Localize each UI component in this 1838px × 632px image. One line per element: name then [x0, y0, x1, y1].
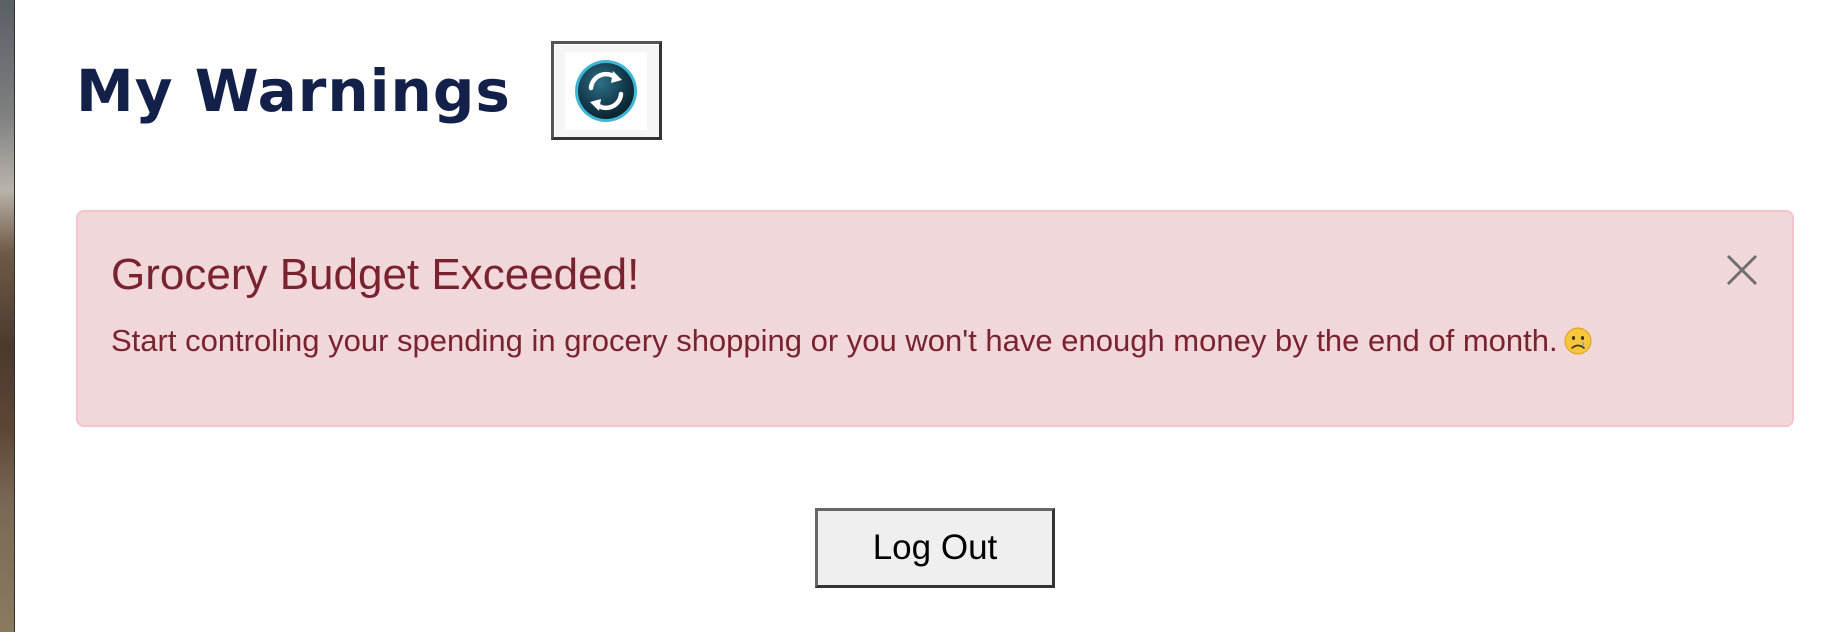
- page-title: My Warnings: [76, 56, 511, 125]
- page-header: My Warnings: [76, 41, 662, 140]
- budget-warning-alert: Grocery Budget Exceeded! Start controlin…: [76, 210, 1794, 427]
- alert-heading: Grocery Budget Exceeded!: [111, 250, 640, 299]
- close-alert-button[interactable]: [1722, 250, 1762, 290]
- alert-message: Start controling your spending in grocer…: [111, 323, 1592, 359]
- close-icon: [1722, 254, 1762, 293]
- desktop-background: [0, 0, 15, 632]
- refresh-button[interactable]: [550, 41, 662, 140]
- crying-face-icon: [1564, 327, 1592, 355]
- refresh-icon: [565, 51, 648, 130]
- logout-button[interactable]: Log Out: [815, 508, 1055, 588]
- alert-message-text: Start controling your spending in grocer…: [111, 323, 1558, 358]
